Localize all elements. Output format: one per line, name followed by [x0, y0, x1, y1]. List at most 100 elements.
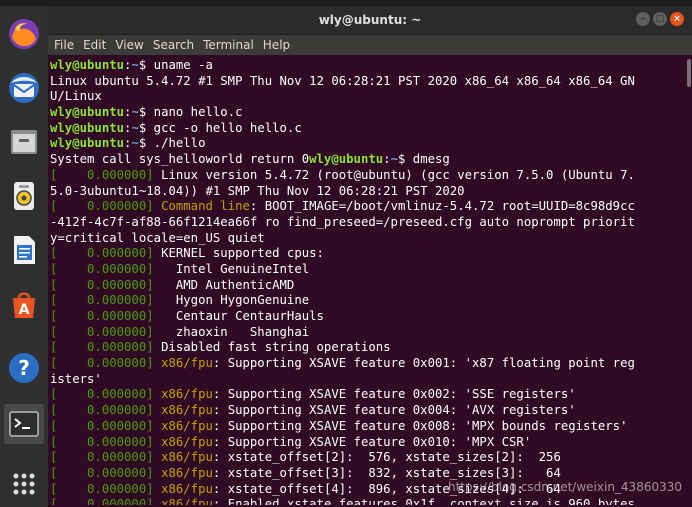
menu-bar: File Edit View Search Terminal Help [48, 35, 692, 55]
window-title: wly@ubuntu: ~ [318, 13, 422, 27]
dock-firefox[interactable] [4, 14, 44, 54]
terminal-text: wly@ubuntu [50, 136, 125, 151]
terminal-text: : [383, 152, 391, 167]
terminal-text: -412f-4c7f-af88-66f1214ea66f ro find_pre… [50, 214, 635, 229]
terminal-line: [ 0.000000] x86/fpu: Supporting XSAVE fe… [50, 356, 692, 372]
dock-show-apps[interactable] [4, 464, 44, 504]
menu-search[interactable]: Search [153, 38, 194, 52]
dock-files[interactable] [4, 122, 44, 162]
terminal-line: isters' [50, 372, 692, 388]
terminal-text: $ uname -a [138, 58, 213, 72]
terminal-text: : Supporting XSAVE feature 0x008: 'MPX b… [212, 418, 628, 433]
terminal-text: [ 0.000000] [50, 340, 162, 355]
terminal-line: wly@ubuntu:~$ gcc -o hello hello.c [50, 121, 692, 137]
scrollbar[interactable] [686, 55, 692, 507]
terminal-line: Linux ubuntu 5.4.72 #1 SMP Thu Nov 12 06… [50, 74, 692, 90]
menu-view[interactable]: View [115, 38, 143, 52]
terminal-text: zhaoxin Shanghai [175, 324, 310, 339]
terminal-text: 5.0-3ubuntu1~18.04)) #1 SMP Thu Nov 12 0… [50, 183, 465, 198]
terminal-text: isters' [50, 371, 102, 386]
window-controls: – □ × [636, 12, 684, 26]
terminal-text: [ 0.000000] [50, 403, 162, 418]
dock-terminal[interactable] [4, 404, 44, 444]
terminal-line: [ 0.000000] x86/fpu: Enabled xstate feat… [50, 497, 692, 505]
terminal-text: x86/fpu [161, 356, 213, 371]
terminal-text: KERNEL supported cpus: [161, 246, 324, 261]
terminal-text: : xstate_offset[2]: 576, xstate_sizes[2]… [212, 450, 561, 465]
thunderbird-icon [9, 73, 39, 103]
terminal-text: y=critical locale=en_US quiet [50, 230, 265, 245]
terminal-line: [ 0.000000] Linux version 5.4.72 (root@u… [50, 168, 692, 184]
dock-thunderbird[interactable] [4, 68, 44, 108]
terminal-line: [ 0.000000] x86/fpu: Supporting XSAVE fe… [50, 403, 692, 419]
terminal-line: [ 0.000000] Command line: BOOT_IMAGE=/bo… [50, 199, 692, 215]
terminal-text: [ 0.000000] [50, 199, 162, 214]
terminal-line: [ 0.000000] Hygon HygonGenuine [50, 293, 692, 309]
terminal-text: [ 0.000000] [50, 497, 162, 505]
terminal-line: y=critical locale=en_US quiet [50, 231, 692, 247]
terminal-text: wly@ubuntu [50, 58, 125, 72]
terminal-text: [ 0.000000] [50, 324, 176, 339]
menu-help[interactable]: Help [263, 38, 290, 52]
terminal-output[interactable]: wly@ubuntu: ~$ uname -a Linux ubuntu 5.4.7… [48, 55, 692, 505]
svg-text:?: ? [18, 356, 30, 380]
maximize-button[interactable]: □ [653, 12, 667, 26]
terminal-text: x86/fpu [161, 497, 213, 505]
software-icon: A [13, 292, 35, 318]
terminal-text: [ 0.000000] [50, 246, 162, 261]
terminal-text: x86/fpu [161, 434, 213, 449]
scrollbar-thumb[interactable] [687, 59, 691, 87]
rhythmbox-icon [14, 182, 34, 210]
terminal-line: [ 0.000000] Centaur CentaurHauls [50, 309, 692, 325]
dock-software[interactable]: A [4, 284, 44, 324]
terminal-text: : Enabled xstate features 0x1f, context … [212, 497, 635, 505]
terminal-text: $ ./hello [138, 136, 206, 151]
watermark: https://blog.csdn.net/weixin_43860330 [447, 480, 682, 494]
terminal-text: x86/fpu [161, 418, 213, 433]
terminal-text: [ 0.000000] [50, 450, 162, 465]
terminal-line: [ 0.000000] x86/fpu: xstate_offset[2]: 5… [50, 450, 692, 466]
firefox-icon [9, 19, 39, 49]
terminal-text: x86/fpu [161, 465, 213, 480]
terminal-line: [ 0.000000] AMD AuthenticAMD [50, 278, 692, 294]
dock-rhythmbox[interactable] [4, 176, 44, 216]
terminal-text: x86/fpu [161, 450, 213, 465]
terminal-text: ~ [131, 58, 139, 72]
terminal-text: Disabled fast string operations [161, 340, 391, 355]
menu-edit[interactable]: Edit [83, 38, 106, 52]
apps-grid-icon [13, 473, 35, 495]
terminal-line: [ 0.000000] x86/fpu: Supporting XSAVE fe… [50, 419, 692, 435]
terminal-line: [ 0.000000] Intel GenuineIntel [50, 262, 692, 278]
terminal-text: : Supporting XSAVE feature 0x002: 'SSE r… [212, 387, 576, 402]
dock-writer[interactable] [4, 230, 44, 270]
terminal-text: [ 0.000000] [50, 434, 162, 449]
terminal-text: [ 0.000000] [50, 309, 176, 323]
terminal-text: : Supporting XSAVE feature 0x001: 'x87 f… [212, 356, 635, 371]
terminal-text: $ nano hello.c [138, 105, 243, 120]
terminal-text: x86/fpu [161, 403, 213, 418]
dock-help[interactable]: ? [4, 348, 44, 388]
terminal-text: : xstate_offset[3]: 832, xstate_sizes[3]… [212, 465, 561, 480]
terminal-text: [ 0.000000] [50, 167, 162, 182]
terminal-text: [ 0.000000] [50, 261, 176, 276]
terminal-text: [ 0.000000] [50, 293, 176, 308]
svg-text:A: A [19, 302, 30, 318]
terminal-line: U/Linux [50, 89, 692, 105]
menu-terminal[interactable]: Terminal [203, 38, 254, 52]
terminal-line: [ 0.000000] x86/fpu: Supporting XSAVE fe… [50, 387, 692, 403]
terminal-text: [ 0.000000] [50, 418, 162, 433]
close-button[interactable]: × [670, 12, 684, 26]
terminal-text: [ 0.000000] [50, 277, 176, 292]
terminal-text: : Supporting XSAVE feature 0x004: 'AVX r… [212, 403, 576, 418]
terminal-line: [ 0.000000] Disabled fast string operati… [50, 340, 692, 356]
terminal-line: -412f-4c7f-af88-66f1214ea66f ro find_pre… [50, 215, 692, 231]
terminal-text: $ dmesg [397, 152, 450, 167]
writer-icon [14, 236, 35, 264]
minimize-button[interactable]: – [636, 12, 650, 26]
terminal-icon [9, 411, 39, 437]
menu-file[interactable]: File [54, 38, 74, 52]
titlebar[interactable]: wly@ubuntu: ~ – □ × [48, 6, 692, 35]
terminal-text: Hygon HygonGenuine [175, 293, 310, 308]
terminal-text: wly@ubuntu [309, 152, 384, 167]
terminal-text: wly@ubuntu [50, 120, 125, 135]
